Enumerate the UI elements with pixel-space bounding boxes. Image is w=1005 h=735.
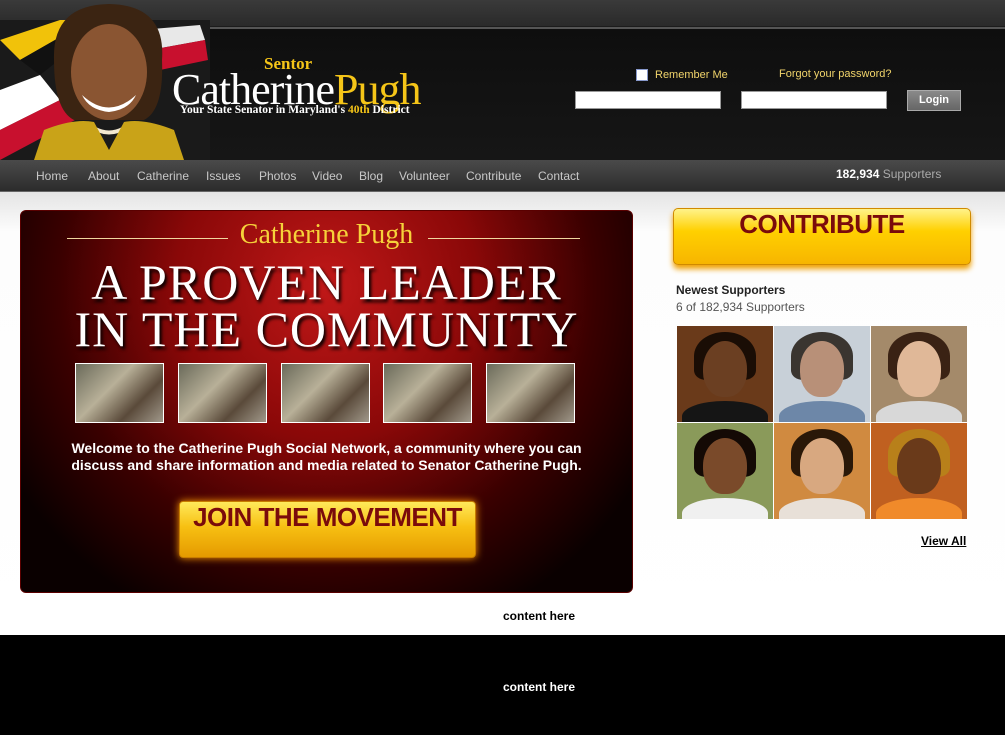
banner-photo <box>383 363 473 423</box>
nav-item-photos[interactable]: Photos <box>259 169 296 183</box>
banner-photo <box>486 363 575 423</box>
newest-supporters-title: Newest Supporters <box>676 283 786 297</box>
content-placeholder: content here <box>503 609 576 623</box>
supporter-avatar[interactable] <box>677 423 773 519</box>
nav-item-home[interactable]: Home <box>36 169 68 183</box>
banner-photo-strip <box>75 363 575 423</box>
supporters-count-label: Supporters <box>879 167 942 181</box>
banner-welcome-text: Welcome to the Catherine Pugh Social Net… <box>51 440 602 474</box>
remember-me-label: Remember Me <box>655 69 728 81</box>
tagline-pre: Your State Senator in Maryland's <box>180 104 348 116</box>
supporter-avatar[interactable] <box>774 326 870 422</box>
main-content: Catherine Pugh A PROVEN LEADER IN THE CO… <box>0 192 1005 635</box>
supporters-grid <box>677 326 967 519</box>
supporter-avatar[interactable] <box>677 326 773 422</box>
site-logo[interactable]: Sentor CatherinePugh Your State Senator … <box>172 54 492 126</box>
banner-headline-line-2: IN THE COMMUNITY <box>74 301 579 357</box>
remember-me-checkbox[interactable] <box>636 69 648 81</box>
banner-title: Catherine Pugh <box>239 219 414 250</box>
nav-item-video[interactable]: Video <box>312 169 342 183</box>
view-all-supporters-link[interactable]: View All <box>921 534 966 548</box>
banner-photo <box>177 363 267 423</box>
nav-item-blog[interactable]: Blog <box>359 169 383 183</box>
username-input[interactable] <box>575 91 721 109</box>
newest-supporters-subtitle: 6 of 182,934 Supporters <box>676 300 805 314</box>
contribute-button[interactable]: CONTRIBUTE <box>673 208 971 265</box>
supporters-count-number: 182,934 <box>836 167 880 181</box>
site-footer: content here <box>0 635 1005 735</box>
logo-tagline: Your State Senator in Maryland's 40th Di… <box>180 104 410 116</box>
nav-item-contribute[interactable]: Contribute <box>466 169 521 183</box>
tagline-post: District <box>369 104 410 116</box>
supporters-counter: 182,934 Supporters <box>836 167 941 181</box>
main-nav: Home About Catherine Issues Photos Video… <box>0 160 1005 192</box>
tagline-district-number: 40th <box>347 104 370 116</box>
supporter-avatar[interactable] <box>871 423 967 519</box>
supporter-avatar[interactable] <box>774 423 870 519</box>
login-button[interactable]: Login <box>907 90 961 111</box>
welcome-line-2: discuss and share information and media … <box>71 457 582 473</box>
welcome-line-1: Welcome to the Catherine Pugh Social Net… <box>71 440 582 456</box>
nav-item-contact[interactable]: Contact <box>538 169 579 183</box>
supporter-avatar[interactable] <box>871 326 967 422</box>
remember-me[interactable]: Remember Me <box>636 69 728 81</box>
password-input[interactable] <box>741 91 887 109</box>
join-the-movement-button[interactable]: JOIN THE MOVEMENT <box>179 501 476 558</box>
banner-photo <box>280 363 370 423</box>
nav-item-volunteer[interactable]: Volunteer <box>399 169 450 183</box>
nav-item-about[interactable]: About <box>88 169 119 183</box>
senator-portrait <box>34 4 184 160</box>
hero-banner: Catherine Pugh A PROVEN LEADER IN THE CO… <box>20 210 633 593</box>
forgot-password-link[interactable]: Forgot your password? <box>779 68 892 80</box>
banner-photo <box>75 363 164 423</box>
footer-content-placeholder: content here <box>503 680 576 694</box>
nav-item-catherine[interactable]: Catherine <box>137 169 189 183</box>
nav-item-issues[interactable]: Issues <box>206 169 241 183</box>
site-header: Sentor CatherinePugh Your State Senator … <box>0 0 1005 160</box>
